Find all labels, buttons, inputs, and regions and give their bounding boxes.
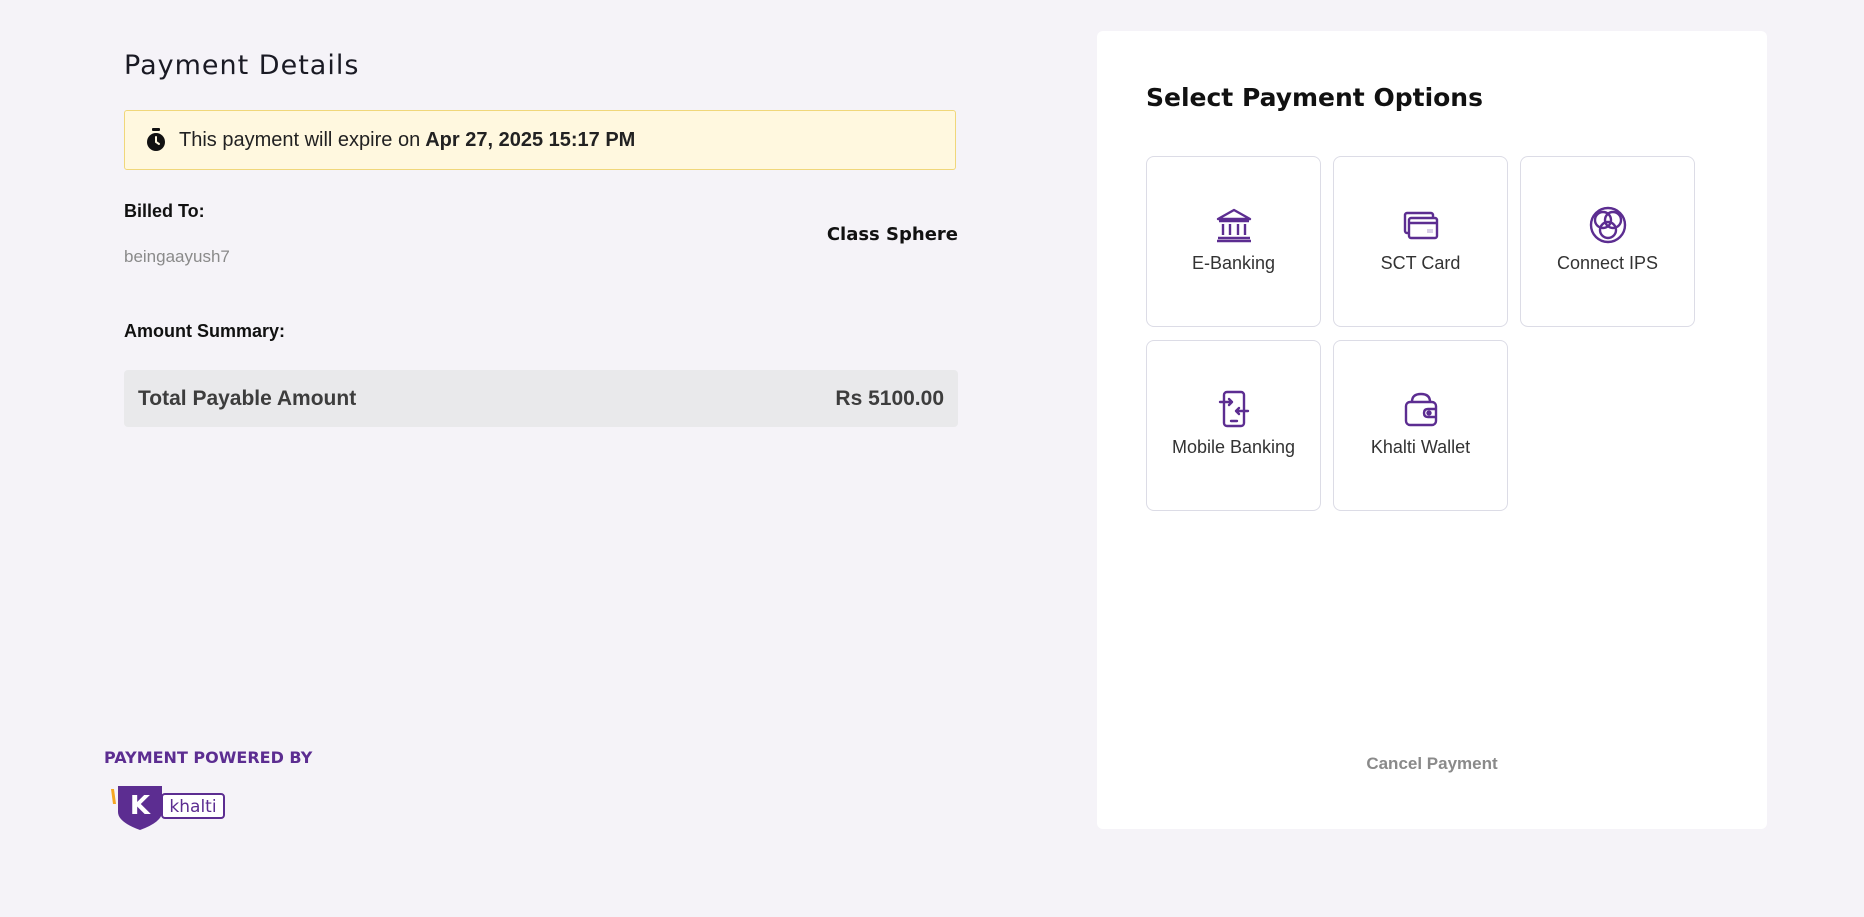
option-label: Connect IPS [1556,253,1659,273]
option-label: Khalti Wallet [1370,437,1471,457]
expiry-notice: This payment will expire on Apr 27, 2025… [124,110,956,170]
total-payable-label: Total Payable Amount [138,386,357,410]
cancel-payment-button[interactable]: Cancel Payment [1097,754,1767,774]
payment-options-panel: Select Payment Options E-Banking SCT Car… [1097,31,1767,829]
mobile-banking-icon [1218,390,1249,428]
option-label: SCT Card [1380,253,1461,273]
page-title: Payment Details [124,50,360,81]
powered-by-label: PAYMENT POWERED BY [104,748,313,767]
khalti-logo: K khalti [111,786,225,830]
amount-summary-label: Amount Summary: [124,321,286,341]
timer-icon [147,128,165,151]
option-khalti-wallet[interactable]: Khalti Wallet [1333,340,1508,511]
option-label: E-Banking [1191,253,1276,273]
total-payable-row: Total Payable Amount Rs 5100.00 [124,370,958,427]
billed-to-label: Billed To: [124,201,205,221]
merchant-name: Class Sphere [826,224,958,245]
connect-ips-icon [1589,206,1626,244]
expiry-text: This payment will expire on [179,128,421,151]
option-mobile-banking[interactable]: Mobile Banking [1146,340,1321,511]
payment-options-title: Select Payment Options [1146,83,1483,112]
total-payable-value: Rs 5100.00 [835,386,944,410]
option-sct-card[interactable]: SCT Card [1333,156,1508,327]
expiry-date: Apr 27, 2025 15:17 PM [425,128,636,151]
svg-text:khalti: khalti [169,797,216,817]
billed-to-user: beingaayush7 [124,247,230,266]
svg-text:K: K [130,791,151,821]
card-icon [1403,211,1438,240]
option-connect-ips[interactable]: Connect IPS [1520,156,1695,327]
option-e-banking[interactable]: E-Banking [1146,156,1321,327]
option-label: Mobile Banking [1171,437,1296,457]
bank-icon [1216,208,1251,243]
wallet-icon [1404,392,1437,427]
